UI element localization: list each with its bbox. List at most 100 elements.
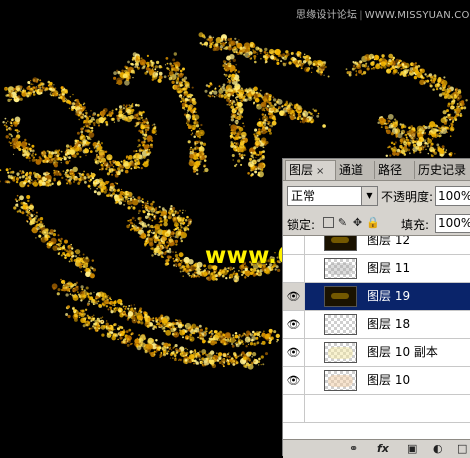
fx-icon[interactable]: fx xyxy=(377,441,389,457)
glitter-speck xyxy=(150,61,154,64)
glitter-speck xyxy=(231,80,234,83)
glitter-speck xyxy=(88,296,93,301)
glitter-speck xyxy=(85,154,87,157)
move-lock-icon[interactable]: ✥ xyxy=(351,216,364,230)
glitter-speck xyxy=(155,60,160,65)
glitter-speck xyxy=(430,79,433,82)
glitter-speck xyxy=(172,257,175,260)
glitter-speck xyxy=(5,128,9,131)
visibility-toggle[interactable] xyxy=(283,255,305,282)
layer-row[interactable]: 图层 12 xyxy=(283,236,470,255)
glitter-speck xyxy=(313,109,316,112)
glitter-speck xyxy=(137,161,140,164)
mask-icon[interactable]: ▣ xyxy=(407,441,417,457)
glitter-speck xyxy=(166,255,171,259)
glitter-speck xyxy=(250,151,253,154)
chevron-down-icon[interactable]: ▼ xyxy=(361,187,377,205)
glitter-speck xyxy=(95,326,99,329)
transparency-lock-icon[interactable] xyxy=(323,217,334,228)
glitter-speck xyxy=(460,106,464,110)
layer-row[interactable]: 图层 11 xyxy=(283,255,470,283)
glitter-speck xyxy=(43,172,46,176)
glitter-speck xyxy=(148,127,150,129)
glitter-speck xyxy=(139,152,141,155)
glitter-speck xyxy=(104,299,109,305)
glitter-speck xyxy=(377,121,380,125)
glitter-speck xyxy=(125,330,129,333)
glitter-speck xyxy=(268,127,272,132)
glitter-speck xyxy=(123,331,126,333)
glitter-speck xyxy=(137,196,141,200)
eye-icon[interactable]: 👁 xyxy=(283,339,305,366)
glitter-speck xyxy=(426,79,430,83)
glitter-speck xyxy=(158,346,162,350)
layer-row-selected[interactable]: 👁 图层 19 xyxy=(283,283,470,311)
opacity-input[interactable]: 100% xyxy=(435,186,470,206)
visibility-toggle[interactable] xyxy=(283,236,305,254)
new-group-icon[interactable]: □ xyxy=(457,441,467,457)
glitter-speck xyxy=(230,361,233,364)
glitter-speck xyxy=(114,194,118,198)
glitter-speck xyxy=(114,201,118,205)
glitter-speck xyxy=(199,41,203,45)
glitter-speck xyxy=(100,142,104,145)
glitter-speck xyxy=(69,287,71,290)
glitter-speck xyxy=(25,92,31,98)
glitter-speck xyxy=(5,125,8,128)
glitter-speck xyxy=(21,211,25,215)
glitter-speck xyxy=(120,302,123,306)
link-icon[interactable]: ⚭ xyxy=(349,441,358,457)
fill-input[interactable]: 100% xyxy=(435,214,470,233)
glitter-speck xyxy=(180,100,183,103)
blend-mode-select[interactable]: 正常 ▼ xyxy=(287,186,378,206)
glitter-speck xyxy=(243,148,247,151)
glitter-speck xyxy=(185,105,188,108)
glitter-speck xyxy=(112,192,116,196)
glitter-speck xyxy=(113,323,116,327)
layer-row[interactable]: 👁 图层 18 xyxy=(283,311,470,339)
layer-row[interactable]: 👁 图层 10 副本 xyxy=(283,339,470,367)
glitter-speck xyxy=(209,82,212,85)
glitter-speck xyxy=(199,333,202,336)
tab-layers[interactable]: 图层 × xyxy=(285,160,336,180)
glitter-speck xyxy=(176,260,179,263)
glitter-speck xyxy=(190,107,193,109)
padlock-icon[interactable]: 🔒 xyxy=(366,216,380,230)
glitter-speck xyxy=(193,359,197,363)
tab-channels[interactable]: 通道 xyxy=(336,161,375,179)
layer-row[interactable]: 👁 图层 10 xyxy=(283,367,470,395)
glitter-speck xyxy=(419,79,425,86)
glitter-speck xyxy=(182,275,184,277)
eye-icon[interactable]: 👁 xyxy=(283,311,305,338)
glitter-speck xyxy=(317,59,322,64)
tab-history[interactable]: 历史记录 xyxy=(415,161,470,179)
eye-icon[interactable]: 👁 xyxy=(283,283,305,310)
glitter-speck xyxy=(191,328,194,331)
tab-paths[interactable]: 路径 xyxy=(375,161,415,179)
glitter-speck xyxy=(72,152,75,154)
glitter-speck xyxy=(419,68,422,71)
glitter-speck xyxy=(147,233,151,237)
glitter-speck xyxy=(121,108,124,110)
glitter-speck xyxy=(96,191,101,196)
adjustment-icon[interactable]: ◐ xyxy=(433,441,443,457)
glitter-speck xyxy=(161,346,167,352)
glitter-speck xyxy=(16,146,19,149)
glitter-speck xyxy=(203,357,209,363)
layer-row-partial[interactable] xyxy=(283,395,470,423)
glitter-speck xyxy=(238,269,240,272)
glitter-speck xyxy=(252,156,255,159)
glitter-speck xyxy=(232,131,236,135)
glitter-speck xyxy=(235,361,239,365)
glitter-speck xyxy=(380,126,383,129)
eye-icon[interactable]: 👁 xyxy=(283,367,305,394)
glitter-speck xyxy=(240,270,243,274)
glitter-speck xyxy=(71,102,76,106)
glitter-speck xyxy=(127,167,130,169)
glitter-speck xyxy=(273,117,277,121)
glitter-speck xyxy=(116,77,123,84)
glitter-speck xyxy=(126,116,133,123)
close-icon[interactable]: × xyxy=(316,166,324,177)
brush-lock-icon[interactable]: ✎ xyxy=(336,216,349,230)
layer-name: 图层 10 xyxy=(367,373,411,387)
